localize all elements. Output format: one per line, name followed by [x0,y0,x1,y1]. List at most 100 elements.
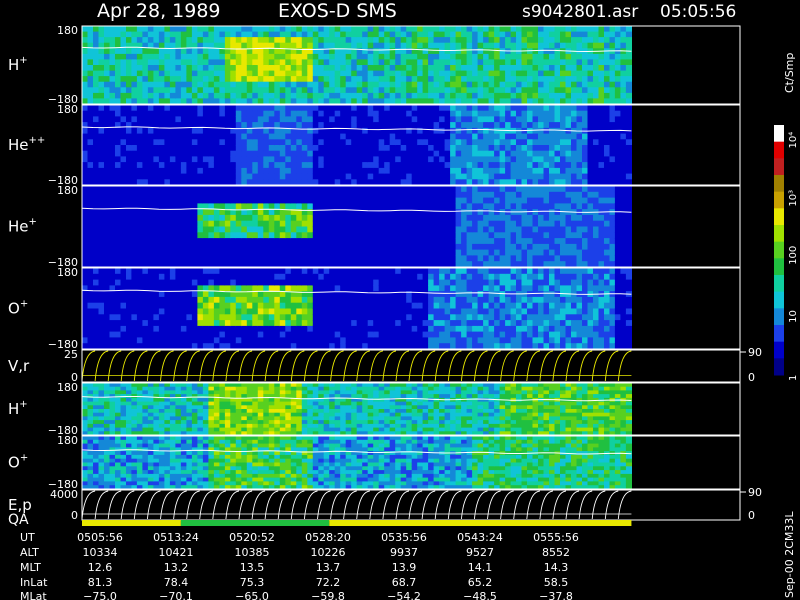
heat-cell [82,156,89,163]
heat-cell [213,81,220,88]
heat-cell [351,314,358,321]
heat-cell [625,110,632,117]
heat-cell [477,92,484,100]
heat-cell [131,37,138,44]
heat-cell [93,92,100,100]
heat-cell [334,65,341,72]
heat-cell [378,110,385,117]
heat-cell [411,145,418,152]
heat-cell [213,232,220,239]
heat-cell [323,279,330,286]
heat-cell [378,209,385,216]
heat-cell [439,26,446,33]
heat-cell [158,87,165,94]
heat-cell [241,156,248,163]
heat-cell [565,76,572,83]
heat-cell [461,150,468,157]
heat-cell [285,105,292,112]
heat-cell [126,325,133,333]
heat-cell [400,76,407,83]
heat-cell [285,285,292,292]
heat-cell [614,105,621,112]
heat-cell [543,76,550,83]
heat-cell [197,110,204,117]
heat-cell [252,116,259,123]
heat-cell [279,296,286,304]
heat-cell [483,214,490,222]
heat-cell [334,167,341,175]
heat-cell [241,186,248,193]
heat-cell [384,65,391,72]
heat-cell [587,162,594,169]
heat-cell [164,308,171,315]
heat-cell [340,173,347,180]
heat-cell [93,37,100,44]
heat-cell [378,26,385,33]
heat-cell [494,105,501,112]
heat-cell [582,220,589,228]
heat-cell [235,337,242,344]
heat-cell [362,92,369,100]
heat-cell [241,203,248,210]
heat-cell [614,214,621,222]
heat-cell [219,59,226,66]
heat-cell [483,92,490,100]
heat-cell [334,314,341,321]
heat-cell [351,37,358,44]
heat-cell [614,156,621,163]
heat-cell [532,173,539,180]
heat-cell [455,76,462,83]
heat-cell [488,238,495,245]
heat-cell [104,110,111,117]
heat-cell [499,122,506,129]
heat-cell [499,48,506,55]
heat-cell [158,133,165,140]
heat-cell [455,133,462,140]
heat-cell [109,255,116,262]
panel-stack: 180−180H+180−180He++180−180He+180−180O+2… [8,24,762,522]
heat-cell [351,76,358,83]
heat-cell [312,197,319,204]
heat-cell [197,26,204,33]
heat-cell [136,48,143,55]
heat-cell [472,238,479,245]
heat-cell [93,48,100,55]
heat-cell [318,203,325,210]
heat-cell [191,232,198,239]
heat-cell [455,156,462,163]
heat-cell [373,145,380,152]
heat-cell [571,70,578,77]
heat-cell [395,76,402,83]
heat-cell [411,87,418,94]
heat-cell [598,232,605,239]
heat-cell [180,238,187,245]
heat-cell [389,238,396,245]
heat-cell [549,116,556,123]
heat-cell [312,162,319,169]
heat-cell [549,26,556,33]
heat-cell [208,214,215,222]
heat-cell [93,76,100,83]
heat-cell [483,226,490,233]
heat-cell [450,203,457,210]
heat-cell [521,122,528,129]
heat-cell [334,308,341,315]
heat-cell [323,156,330,163]
heat-cell [104,133,111,140]
heat-cell [340,308,347,315]
heat-cell [87,76,94,83]
heat-cell [131,150,138,157]
heat-cell [433,31,440,38]
heat-cell [186,249,193,256]
heat-cell [169,296,176,304]
heat-cell [516,59,523,66]
heat-cell [252,173,259,180]
heat-cell [279,249,286,256]
heat-cell [296,42,303,49]
heat-cell [356,279,363,286]
heat-cell [571,87,578,94]
heat-cell [257,191,264,199]
heat-cell [136,70,143,77]
heat-cell [345,162,352,169]
heat-cell [219,105,226,112]
